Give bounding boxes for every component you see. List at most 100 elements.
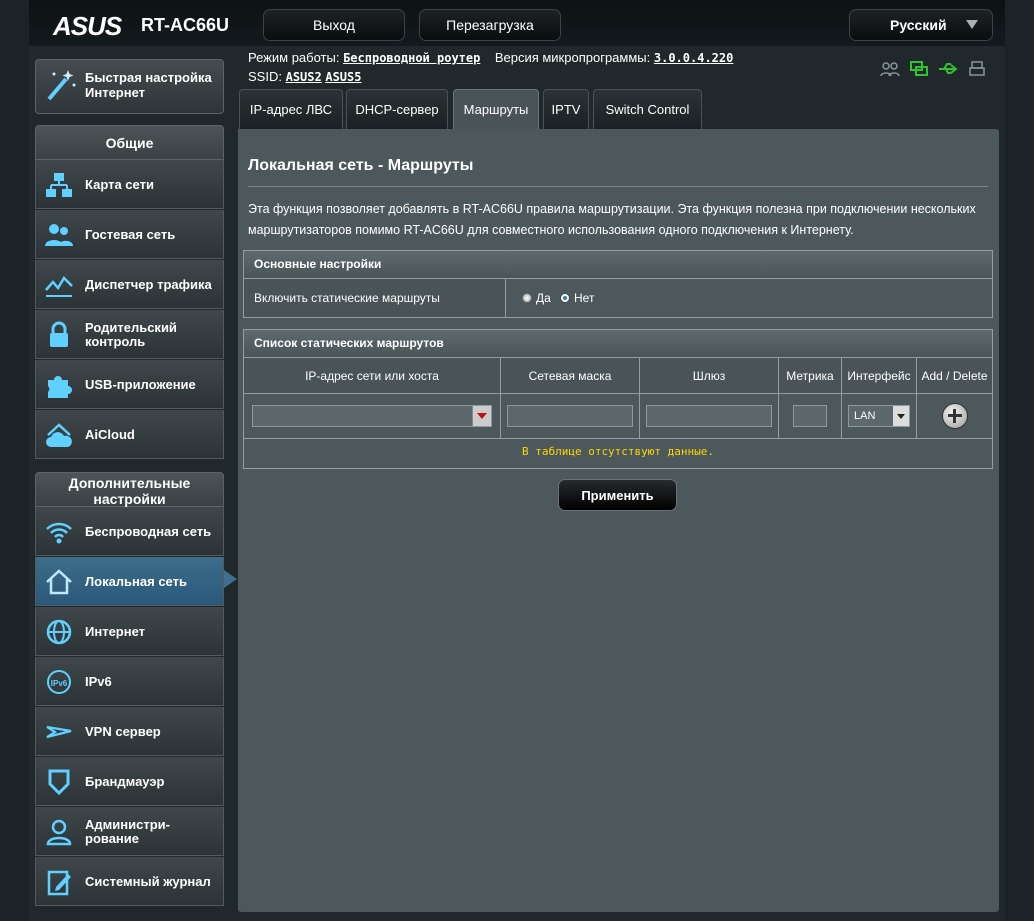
chevron-down-icon xyxy=(966,20,978,29)
sidebar-item-firewall[interactable]: Брандмауэр xyxy=(35,757,224,806)
vpn-icon xyxy=(46,725,72,739)
interface-value: LAN xyxy=(854,410,876,422)
add-route-button[interactable] xyxy=(941,403,968,429)
column-ip: IP-адрес сети или хоста xyxy=(244,358,501,394)
sidebar-item-network-map[interactable]: Карта сети xyxy=(35,160,224,209)
ssid-link-2[interactable]: ASUS5 xyxy=(325,70,361,84)
content-panel: Локальная сеть - Маршруты Эта функция по… xyxy=(238,129,999,912)
sidebar-item-system-log[interactable]: Системный журнал xyxy=(35,857,224,906)
lan-icon xyxy=(46,569,72,595)
ipv6-icon: IPv6 xyxy=(47,670,71,694)
reboot-button[interactable]: Перезагрузка xyxy=(419,9,561,41)
sidebar-item-parental-control[interactable]: Родительский контроль xyxy=(35,310,224,359)
system-log-icon xyxy=(47,870,71,896)
tab-routes[interactable]: Маршруты xyxy=(453,89,539,129)
administration-icon xyxy=(46,819,72,846)
sidebar-item-label: AiCloud xyxy=(85,426,135,442)
chevron-down-icon xyxy=(893,406,909,426)
operation-info: Режим работы: Беспроводной роутер Версия… xyxy=(248,50,733,65)
mode-link[interactable]: Беспроводной роутер xyxy=(343,51,480,65)
sidebar-item-label: Беспроводная сеть xyxy=(85,523,212,539)
model-name: RT-AC66U xyxy=(141,15,230,35)
empty-table-message: В таблице отсутствуют данные. xyxy=(521,445,715,458)
static-routes-row: Включить статические маршруты Да Нет xyxy=(244,279,992,317)
static-routes-table: IP-адрес сети или хоста Сетевая маска Шл… xyxy=(244,358,992,439)
sidebar-item-internet[interactable]: Интернет xyxy=(35,607,224,656)
static-routes-no-radio[interactable]: Нет xyxy=(560,291,594,305)
language-select[interactable]: Русский xyxy=(849,9,993,41)
tab-iptv[interactable]: IPTV xyxy=(543,89,589,129)
sidebar-item-label: Диспетчер трафика xyxy=(85,276,212,292)
usb-icon[interactable] xyxy=(937,60,959,78)
sidebar-item-label: VPN сервер xyxy=(85,723,161,739)
static-routes-yes-radio[interactable]: Да xyxy=(522,291,551,305)
status-icons xyxy=(879,60,988,78)
svg-text:IPv6: IPv6 xyxy=(51,679,68,688)
column-add-delete: Add / Delete xyxy=(916,358,992,394)
apply-button[interactable]: Применить xyxy=(558,479,677,511)
printer-icon[interactable] xyxy=(966,60,988,78)
title-divider xyxy=(248,186,988,187)
firmware-link[interactable]: 3.0.0.4.220 xyxy=(654,51,733,65)
static-routes-list-header: Список статических маршрутов xyxy=(244,330,992,358)
tab-lan-ip[interactable]: IP-адрес ЛВС xyxy=(239,89,343,129)
general-group-title: Общие xyxy=(35,125,224,160)
gateway-input[interactable] xyxy=(646,405,772,427)
radio-yes-label: Да xyxy=(536,291,551,305)
ip-address-input[interactable] xyxy=(252,405,492,427)
sidebar-item-lan[interactable]: Локальная сеть xyxy=(35,557,224,606)
clients-icon[interactable] xyxy=(879,60,901,78)
sidebar-item-label: USB-приложение xyxy=(85,376,196,392)
column-netmask: Сетевая маска xyxy=(500,358,640,394)
tab-dhcp-server[interactable]: DHCP-сервер xyxy=(346,89,448,129)
quick-setup-label: Быстрая настройка Интернет xyxy=(85,70,212,100)
shield-icon xyxy=(48,769,70,796)
guest-network-icon xyxy=(45,224,73,246)
sidebar-item-label: Локальная сеть xyxy=(85,573,187,589)
radio-off-icon xyxy=(522,293,532,303)
sidebar-item-administration[interactable]: Администри-рование xyxy=(35,807,224,856)
sidebar-item-wireless[interactable]: Беспроводная сеть xyxy=(35,507,224,556)
sidebar-item-label: Администри-рование xyxy=(85,816,170,846)
ssid-link-1[interactable]: ASUS2 xyxy=(286,70,322,84)
logout-button[interactable]: Выход xyxy=(263,9,405,41)
mode-label: Режим работы: xyxy=(248,50,340,65)
sidebar-item-label: Брандмауэр xyxy=(85,773,165,789)
column-metric: Метрика xyxy=(778,358,842,394)
interface-select[interactable]: LAN xyxy=(848,405,910,427)
sidebar-item-traffic-manager[interactable]: Диспетчер трафика xyxy=(35,260,224,309)
tab-switch-control[interactable]: Switch Control xyxy=(593,89,702,129)
aicloud-icon xyxy=(46,423,72,447)
sidebar-item-ipv6[interactable]: IPv6 IPv6 xyxy=(35,657,224,706)
netmask-input[interactable] xyxy=(507,405,633,427)
radio-on-icon xyxy=(560,293,570,303)
column-interface: Интерфейс xyxy=(841,358,917,394)
column-gateway: Шлюз xyxy=(639,358,779,394)
metric-input[interactable] xyxy=(793,405,827,427)
sidebar-item-usb-app[interactable]: USB-приложение xyxy=(35,360,224,409)
sidebar-item-label: Родительский контроль xyxy=(85,319,177,349)
active-item-arrow xyxy=(224,570,237,588)
top-header: ASUS RT-AC66U Выход Перезагрузка Русский xyxy=(29,0,1005,46)
globe-icon xyxy=(46,619,72,645)
page-title: Локальная сеть - Маршруты xyxy=(248,157,474,174)
traffic-manager-icon xyxy=(45,275,73,297)
sidebar-item-label: Карта сети xyxy=(85,176,154,192)
sidebar-item-label: IPv6 xyxy=(85,673,112,689)
quick-internet-setup-button[interactable]: Быстрая настройка Интернет xyxy=(35,59,224,114)
dropdown-arrow-icon[interactable] xyxy=(472,406,491,426)
firmware-label: Версия микропрограммы: xyxy=(494,50,651,65)
network-map-icon xyxy=(46,173,72,197)
static-routes-list-section: Список статических маршрутов IP-адрес се… xyxy=(243,329,993,469)
basic-settings-header: Основные настройки xyxy=(244,251,992,279)
sidebar-item-guest-network[interactable]: Гостевая сеть xyxy=(35,210,224,259)
sidebar-item-aicloud[interactable]: AiCloud xyxy=(35,410,224,459)
wireless-icon xyxy=(46,522,72,544)
basic-settings-section: Основные настройки Включить статические … xyxy=(243,250,993,318)
network-icon[interactable] xyxy=(908,60,930,78)
sidebar-item-vpn[interactable]: VPN сервер xyxy=(35,707,224,756)
sidebar-item-label: Гостевая сеть xyxy=(85,226,176,242)
ssid-label: SSID: xyxy=(248,69,282,84)
advanced-group-title: Дополнительные настройки xyxy=(35,472,224,507)
usb-app-icon xyxy=(48,376,72,398)
